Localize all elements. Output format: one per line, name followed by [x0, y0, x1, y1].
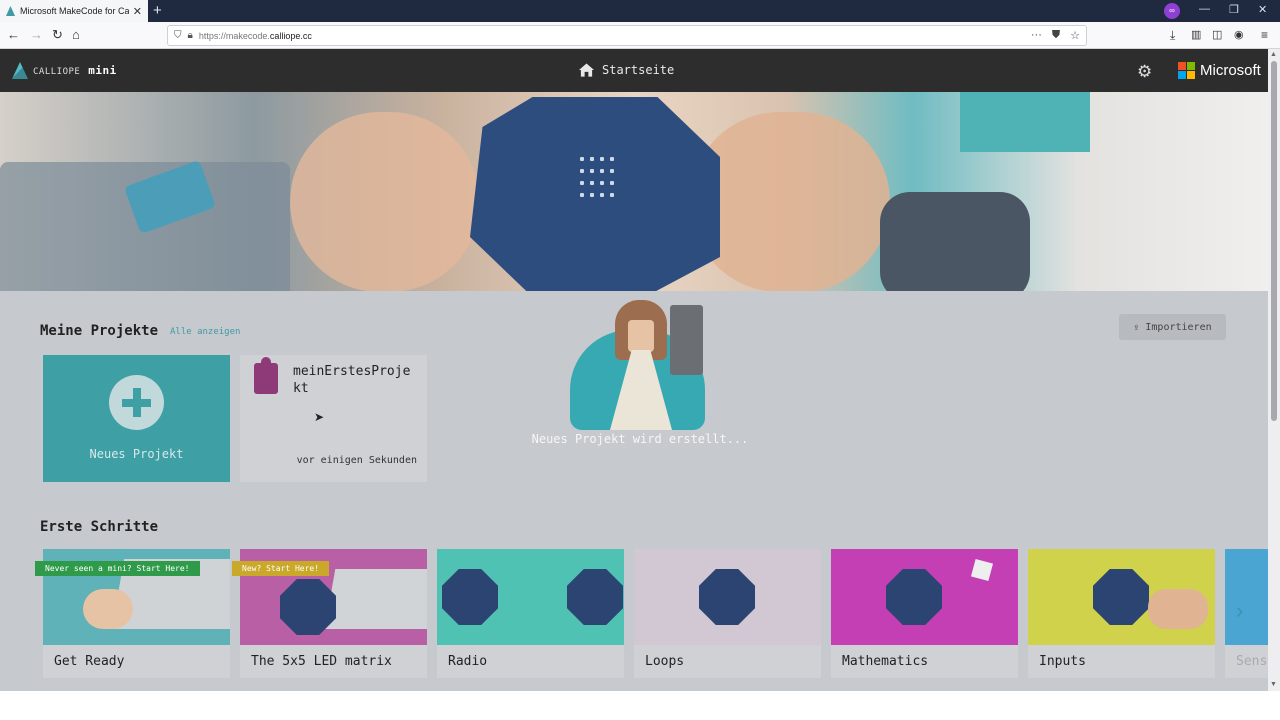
sidebar-icon[interactable]: ◫ [1212, 27, 1222, 43]
gallery-card-mathematics[interactable]: Mathematics [831, 549, 1018, 678]
scroll-down-icon[interactable]: ▼ [1270, 681, 1277, 688]
url-prefix: https://makecode. [198, 30, 270, 41]
reload-icon[interactable]: ↻ [52, 27, 63, 43]
loading-message: Neues Projekt wird erstellt... [531, 432, 749, 446]
bookmark-star-icon[interactable]: ☆ [1070, 29, 1080, 42]
upload-icon: ⇪ [1133, 321, 1140, 333]
import-label: Importieren [1145, 321, 1212, 333]
card-title: Loops [645, 654, 685, 669]
project-name: meinErstesProjekt [293, 364, 411, 396]
show-all-link[interactable]: Alle anzeigen [170, 327, 240, 337]
card-image [634, 549, 821, 645]
card-image [437, 549, 624, 645]
browser-tabbar: Microsoft MakeCode for Callio ✕ + ∞ — ❐ … [0, 0, 1280, 22]
card-image [1225, 549, 1268, 645]
plus-circle-icon [109, 375, 164, 430]
settings-gear-icon[interactable]: ⚙ [1137, 62, 1152, 82]
library-icon[interactable]: ▥ [1191, 27, 1201, 43]
menu-icon[interactable]: ≡ [1261, 27, 1268, 43]
gallery-card-sensors[interactable]: Sens [1225, 549, 1268, 678]
card-title: The 5x5 LED matrix [251, 654, 392, 669]
chevron-right-icon[interactable]: › [1236, 598, 1243, 624]
microsoft-grid-icon [1178, 62, 1195, 79]
card-ribbon: Never seen a mini? Start Here! [35, 561, 200, 576]
card-image [1028, 549, 1215, 645]
calliope-logo-icon [12, 62, 28, 79]
home-button[interactable]: Startseite [579, 63, 674, 77]
downloads-icon[interactable]: ⤓ [1170, 27, 1175, 43]
browser-tab[interactable]: Microsoft MakeCode for Callio ✕ [0, 0, 148, 22]
home-icon [579, 63, 594, 77]
url-host: calliope.cc [269, 30, 312, 41]
logo-brand: CALLIOPE [33, 67, 81, 77]
loading-illustration [570, 300, 705, 430]
puzzle-icon [254, 357, 278, 394]
my-projects-heading: Meine Projekte [40, 323, 159, 339]
card-title: Radio [448, 654, 488, 669]
project-time: vor einigen Sekunden [296, 455, 417, 466]
card-title: Sens [1236, 654, 1268, 669]
app-header: CALLIOPE mini Startseite ⚙ Microsoft [0, 49, 1268, 92]
new-project-label: Neues Projekt [89, 447, 184, 461]
more-icon[interactable]: ··· [1031, 29, 1042, 42]
calliope-favicon-icon [6, 6, 15, 16]
lock-icon: 🔒︎ [187, 30, 193, 41]
import-button[interactable]: ⇪ Importieren [1119, 314, 1226, 340]
mouse-cursor-icon: ➤ [314, 410, 325, 424]
microsoft-logo[interactable]: Microsoft [1178, 62, 1261, 79]
gallery-card-loops[interactable]: Loops [634, 549, 821, 678]
pocket-icon[interactable]: ⛊ [1052, 29, 1060, 42]
page-bottom [0, 691, 1280, 720]
home-browser-icon[interactable]: ⌂ [72, 27, 80, 43]
card-title: Mathematics [842, 654, 929, 669]
card-image [831, 549, 1018, 645]
gallery-card-radio[interactable]: Radio [437, 549, 624, 678]
project-card[interactable]: meinErstesProjekt vor einigen Sekunden [240, 355, 427, 482]
calliope-logo[interactable]: CALLIOPE mini [12, 62, 117, 79]
account-icon[interactable]: ◉ [1234, 27, 1244, 43]
gallery-card-led-matrix[interactable]: New? Start Here! The 5x5 LED matrix [232, 549, 427, 678]
close-window-icon[interactable]: ✕ [1258, 3, 1267, 16]
private-mask-icon: ∞ [1164, 3, 1180, 19]
card-title: Get Ready [54, 654, 125, 669]
page-scrollbar[interactable]: ▲ ▼ [1268, 49, 1280, 691]
microsoft-label: Microsoft [1200, 62, 1261, 79]
card-ribbon: New? Start Here! [232, 561, 330, 576]
close-tab-icon[interactable]: ✕ [133, 5, 142, 18]
home-label: Startseite [602, 63, 675, 77]
shield-icon: ⛉ [174, 30, 182, 41]
address-bar[interactable]: ⛉ 🔒︎ https://makecode. calliope.cc ··· ⛊ … [167, 25, 1087, 46]
forward-icon[interactable]: → [30, 27, 43, 43]
scroll-thumb[interactable] [1271, 61, 1277, 421]
back-icon[interactable]: ← [7, 27, 20, 43]
scroll-up-icon[interactable]: ▲ [1270, 51, 1277, 58]
new-tab-button[interactable]: + [153, 2, 162, 19]
browser-tab-title: Microsoft MakeCode for Callio [20, 6, 129, 16]
gallery-card-get-ready[interactable]: Never seen a mini? Start Here! Get Ready [35, 549, 230, 678]
logo-mini: mini [88, 64, 117, 77]
new-project-card[interactable]: Neues Projekt [43, 355, 230, 482]
restore-icon[interactable]: ❐ [1229, 3, 1239, 16]
hero-banner [0, 92, 1268, 291]
getting-started-heading: Erste Schritte [40, 519, 159, 535]
calliope-board-image [470, 97, 720, 291]
minimize-icon[interactable]: — [1199, 3, 1210, 15]
gallery-card-inputs[interactable]: Inputs [1028, 549, 1215, 678]
browser-navbar: ← → ↻ ⌂ ⛉ 🔒︎ https://makecode. calliope.c… [0, 22, 1280, 49]
card-title: Inputs [1039, 654, 1086, 669]
